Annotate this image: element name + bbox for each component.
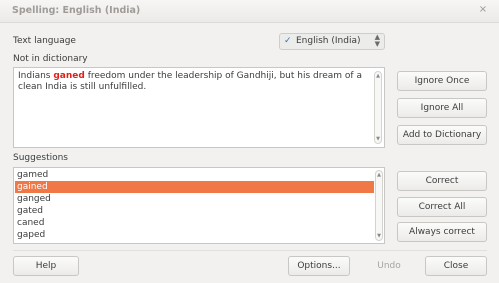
scroll-down-icon[interactable]: ▼	[376, 233, 382, 239]
suggestion-item[interactable]: ganged	[15, 193, 374, 205]
scroll-up-icon[interactable]: ▲	[375, 73, 381, 79]
close-icon[interactable]: ×	[476, 3, 490, 17]
help-button[interactable]: Help	[13, 256, 79, 276]
text-language-label: Text language	[13, 36, 76, 46]
sentence-text[interactable]: Indians ganed freedom under the leadersh…	[18, 71, 368, 93]
ignore-all-button[interactable]: Ignore All	[397, 98, 487, 118]
sentence-scrollbar[interactable]: ▲ ▼	[374, 71, 382, 144]
suggestions-label: Suggestions	[13, 153, 68, 163]
close-button[interactable]: Close	[425, 256, 487, 276]
text-language-value: English (India)	[296, 36, 361, 46]
suggestions-list[interactable]: gamed gained ganged gated caned gaped ▲ ▼	[13, 167, 385, 244]
options-button[interactable]: Options...	[288, 256, 350, 276]
correct-button[interactable]: Correct	[397, 171, 487, 191]
misspelled-word[interactable]: ganed	[53, 71, 84, 81]
title-bar: Spelling: English (India) ×	[0, 0, 499, 23]
text-language-select[interactable]: ✓ English (India) ▲ ▼	[279, 33, 385, 50]
not-in-dictionary-label: Not in dictionary	[13, 54, 88, 64]
suggestion-item[interactable]: gamed	[15, 169, 374, 181]
scroll-up-icon[interactable]: ▲	[376, 172, 382, 178]
add-to-dictionary-button[interactable]: Add to Dictionary	[397, 125, 487, 145]
suggestion-item[interactable]: caned	[15, 217, 374, 229]
select-arrows-icon: ▲ ▼	[374, 33, 380, 48]
correct-all-button[interactable]: Correct All	[397, 197, 487, 217]
ignore-once-button[interactable]: Ignore Once	[397, 71, 487, 91]
always-correct-button[interactable]: Always correct	[397, 222, 487, 242]
suggestions-scrollbar[interactable]: ▲ ▼	[375, 170, 383, 241]
footer-divider	[13, 250, 487, 251]
suggestion-item[interactable]: gaped	[15, 229, 374, 241]
spellcheck-flag-icon: ✓	[284, 36, 292, 46]
scroll-down-icon[interactable]: ▼	[375, 136, 381, 142]
suggestion-item[interactable]: gained	[15, 181, 374, 193]
sentence-before: Indians	[18, 71, 54, 81]
window-title: Spelling: English (India)	[12, 5, 141, 16]
sentence-editor[interactable]: Indians ganed freedom under the leadersh…	[13, 67, 385, 148]
undo-button[interactable]: Undo	[366, 256, 412, 276]
suggestion-item[interactable]: gated	[15, 205, 374, 217]
